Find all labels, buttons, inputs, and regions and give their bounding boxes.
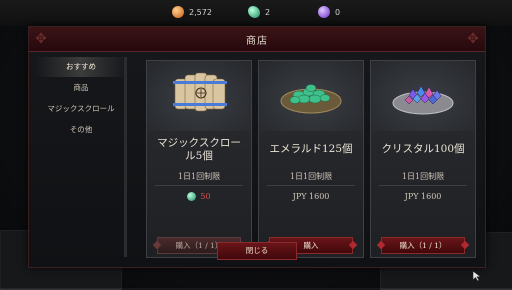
card-divider <box>267 185 355 186</box>
price-value: 50 <box>200 192 211 201</box>
gold-amount: 2,572 <box>189 7 212 17</box>
sidebar-divider <box>124 57 127 257</box>
tab-products[interactable]: 商品 <box>35 78 127 98</box>
item-price: JPY 1600 <box>375 192 471 201</box>
tab-recommended[interactable]: おすすめ <box>35 57 127 77</box>
emerald-icon <box>248 6 260 18</box>
item-name: マジックスクロー ル5個 <box>157 137 241 162</box>
emerald-amount: 2 <box>265 7 271 17</box>
shop-item-card[interactable]: クリスタル100個 1日1回制限 JPY 1600 購入（1 / 1） <box>370 60 476 258</box>
crystal-icon <box>318 6 330 18</box>
emerald-pile-icon <box>259 61 363 131</box>
crystal-amount: 0 <box>335 7 341 17</box>
crystal-counter: 0 <box>318 6 340 18</box>
shop-window: ✥ 商店 ✥ おすすめ 商品 マジックスクロール その他 マジックスクロー ル5… <box>28 26 486 268</box>
shop-item-card[interactable]: エメラルド125個 1日1回制限 JPY 1600 購入 <box>258 60 364 258</box>
close-button[interactable]: 閉じる <box>217 242 297 260</box>
item-price: 50 <box>151 192 247 201</box>
tab-other[interactable]: その他 <box>35 120 127 140</box>
card-divider <box>379 185 467 186</box>
gold-coin-icon <box>172 6 184 18</box>
price-value: JPY 1600 <box>292 192 330 201</box>
shop-sidebar: おすすめ 商品 マジックスクロール その他 <box>35 57 127 141</box>
cursor-icon <box>472 270 482 282</box>
shop-item-card[interactable]: マジックスクロー ル5個 1日1回制限 50 購入（1 / 1） <box>146 60 252 258</box>
ornament-icon: ✥ <box>467 31 479 47</box>
card-divider <box>155 185 243 186</box>
gold-counter: 2,572 <box>172 6 212 18</box>
buy-button[interactable]: 購入（1 / 1） <box>381 237 465 254</box>
purchase-limit: 1日1回制限 <box>289 172 333 181</box>
shop-title: 商店 <box>246 36 268 47</box>
purchase-limit: 1日1回制限 <box>177 172 221 181</box>
emerald-icon <box>187 192 197 201</box>
emerald-counter: 2 <box>248 6 270 18</box>
currency-bar: 2,572 2 0 <box>0 0 512 26</box>
tab-magic-scroll[interactable]: マジックスクロール <box>35 99 127 119</box>
scroll-bundle-icon <box>147 61 251 131</box>
item-name: エメラルド125個 <box>269 143 353 155</box>
crystal-pile-icon <box>371 61 475 131</box>
item-price: JPY 1600 <box>263 192 359 201</box>
item-name: クリスタル100個 <box>381 143 465 155</box>
shop-titlebar: ✥ 商店 ✥ <box>29 27 485 52</box>
price-value: JPY 1600 <box>404 192 442 201</box>
purchase-limit: 1日1回制限 <box>401 172 445 181</box>
